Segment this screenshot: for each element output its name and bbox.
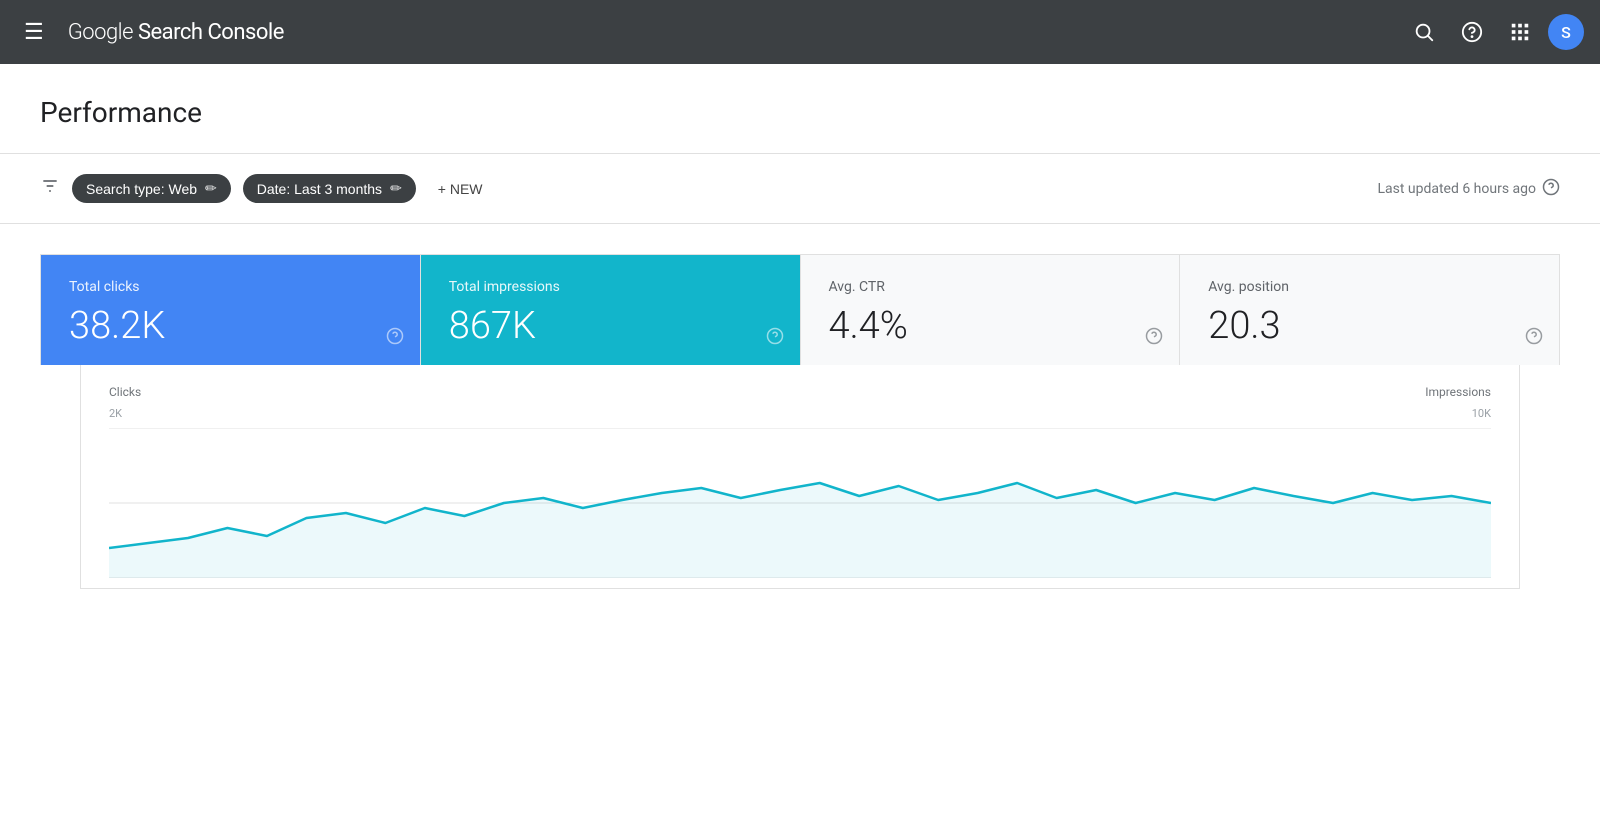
logo-google: Google [68, 20, 133, 45]
chart-left-axis-label: Clicks [109, 385, 141, 399]
date-chip[interactable]: Date: Last 3 months ✏ [243, 174, 416, 203]
avatar[interactable]: S [1548, 14, 1584, 50]
total-impressions-help-icon[interactable] [766, 327, 784, 349]
metrics-cards: Total clicks 38.2K Total impressions 867… [40, 254, 1560, 365]
last-updated-text: Last updated 6 hours ago [1377, 181, 1536, 197]
chart-area: Clicks Impressions 2K 10K [80, 365, 1520, 589]
logo: Google Search Console [68, 20, 284, 45]
logo-product: Search Console [133, 20, 284, 45]
header-right: S [1404, 12, 1584, 52]
metric-card-avg-ctr[interactable]: Avg. CTR 4.4% [801, 255, 1181, 365]
chart-svg [109, 428, 1491, 578]
date-edit-icon: ✏ [390, 180, 402, 197]
logo-text: Google Search Console [68, 20, 284, 45]
search-type-chip[interactable]: Search type: Web ✏ [72, 174, 231, 203]
total-clicks-help-icon[interactable] [386, 327, 404, 349]
chart-container [109, 428, 1491, 578]
total-impressions-label: Total impressions [449, 279, 772, 295]
total-clicks-label: Total clicks [69, 279, 392, 295]
total-clicks-value: 38.2K [69, 307, 392, 345]
metric-card-total-clicks[interactable]: Total clicks 38.2K [41, 255, 421, 365]
page-title: Performance [40, 96, 1560, 129]
metric-card-avg-position[interactable]: Avg. position 20.3 [1180, 255, 1559, 365]
avg-position-value: 20.3 [1208, 307, 1531, 345]
filters-bar: Search type: Web ✏ Date: Last 3 months ✏… [0, 154, 1600, 224]
apps-icon[interactable] [1500, 12, 1540, 52]
avg-position-label: Avg. position [1208, 279, 1531, 295]
chart-left-max: 2K [109, 407, 122, 420]
help-icon[interactable] [1452, 12, 1492, 52]
main-content: Performance Search type: Web ✏ Date: Las… [0, 64, 1600, 589]
last-updated-help-icon[interactable] [1542, 178, 1560, 200]
menu-icon[interactable]: ☰ [16, 12, 52, 53]
new-filter-button[interactable]: + NEW [428, 175, 493, 203]
avg-ctr-help-icon[interactable] [1145, 327, 1163, 349]
avg-position-help-icon[interactable] [1525, 327, 1543, 349]
avg-ctr-value: 4.4% [829, 307, 1152, 345]
avg-ctr-label: Avg. CTR [829, 279, 1152, 295]
chart-labels: Clicks Impressions [109, 385, 1491, 399]
header: ☰ Google Search Console [0, 0, 1600, 64]
search-type-label: Search type: Web [86, 181, 197, 197]
chart-right-axis-label: Impressions [1425, 385, 1491, 399]
new-filter-label: + NEW [438, 181, 483, 197]
filter-icon[interactable] [40, 176, 60, 201]
total-impressions-value: 867K [449, 307, 772, 345]
page-title-section: Performance [0, 64, 1600, 154]
search-icon[interactable] [1404, 12, 1444, 52]
chart-right-max: 10K [1472, 407, 1491, 420]
header-left: ☰ Google Search Console [16, 12, 1388, 53]
metric-card-total-impressions[interactable]: Total impressions 867K [421, 255, 801, 365]
last-updated: Last updated 6 hours ago [1377, 178, 1560, 200]
search-type-edit-icon: ✏ [205, 180, 217, 197]
date-label: Date: Last 3 months [257, 181, 382, 197]
metrics-section: Total clicks 38.2K Total impressions 867… [40, 254, 1560, 589]
